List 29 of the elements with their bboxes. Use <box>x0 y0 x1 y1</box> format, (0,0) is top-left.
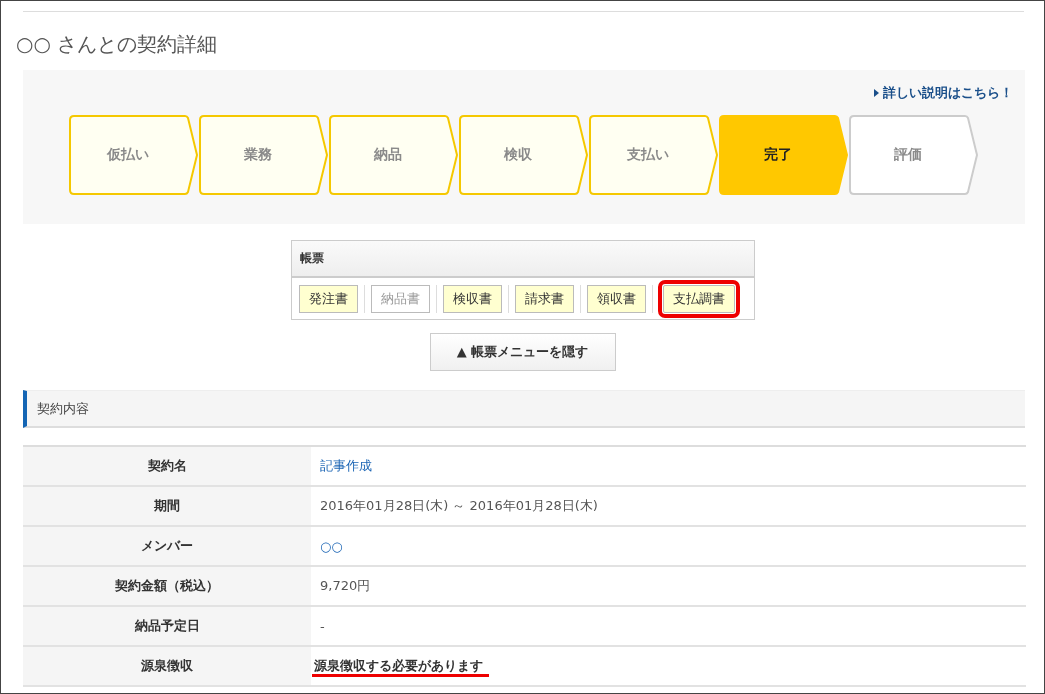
value-link[interactable]: ○○ <box>320 538 343 554</box>
field-label: メンバー <box>23 526 311 566</box>
documents-header: 帳票 <box>291 241 754 278</box>
field-label: 源泉徴収 <box>23 646 311 686</box>
field-value: 源泉徴収する必要があります <box>312 658 489 677</box>
field-label: 契約金額（税込） <box>23 566 311 606</box>
field-label: 期間 <box>23 486 311 526</box>
workflow-step: 業務 <box>199 115 329 195</box>
field-label: 契約名 <box>23 446 311 486</box>
workflow-step: 納品 <box>329 115 459 195</box>
triangle-icon <box>874 89 879 97</box>
document-button[interactable]: 領収書 <box>586 285 646 313</box>
workflow-step: 完了 <box>719 115 849 195</box>
field-value: - <box>320 618 325 634</box>
document-button[interactable]: 請求書 <box>514 285 574 313</box>
value-link[interactable]: 記事作成 <box>320 458 372 473</box>
workflow-step: 仮払い <box>69 115 199 195</box>
workflow-step: 検収 <box>459 115 589 195</box>
hide-menu-button[interactable]: ▲ 帳票メニューを隠す <box>429 333 616 371</box>
field-value: 9,720円 <box>320 578 371 593</box>
field-label: 納品予定日 <box>23 606 311 646</box>
section-header: 契約内容 <box>23 390 1025 428</box>
document-button[interactable]: 発注書 <box>298 285 358 313</box>
document-button[interactable]: 検収書 <box>442 285 502 313</box>
help-link[interactable]: 詳しい説明はこちら！ <box>874 84 1013 102</box>
field-value: 2016年01月28日(木) ～ 2016年01月28日(木) <box>320 498 598 513</box>
page-title: ○○ さんとの契約詳細 <box>16 31 219 58</box>
workflow-step: 支払い <box>589 115 719 195</box>
workflow-step: 評価 <box>849 115 979 195</box>
